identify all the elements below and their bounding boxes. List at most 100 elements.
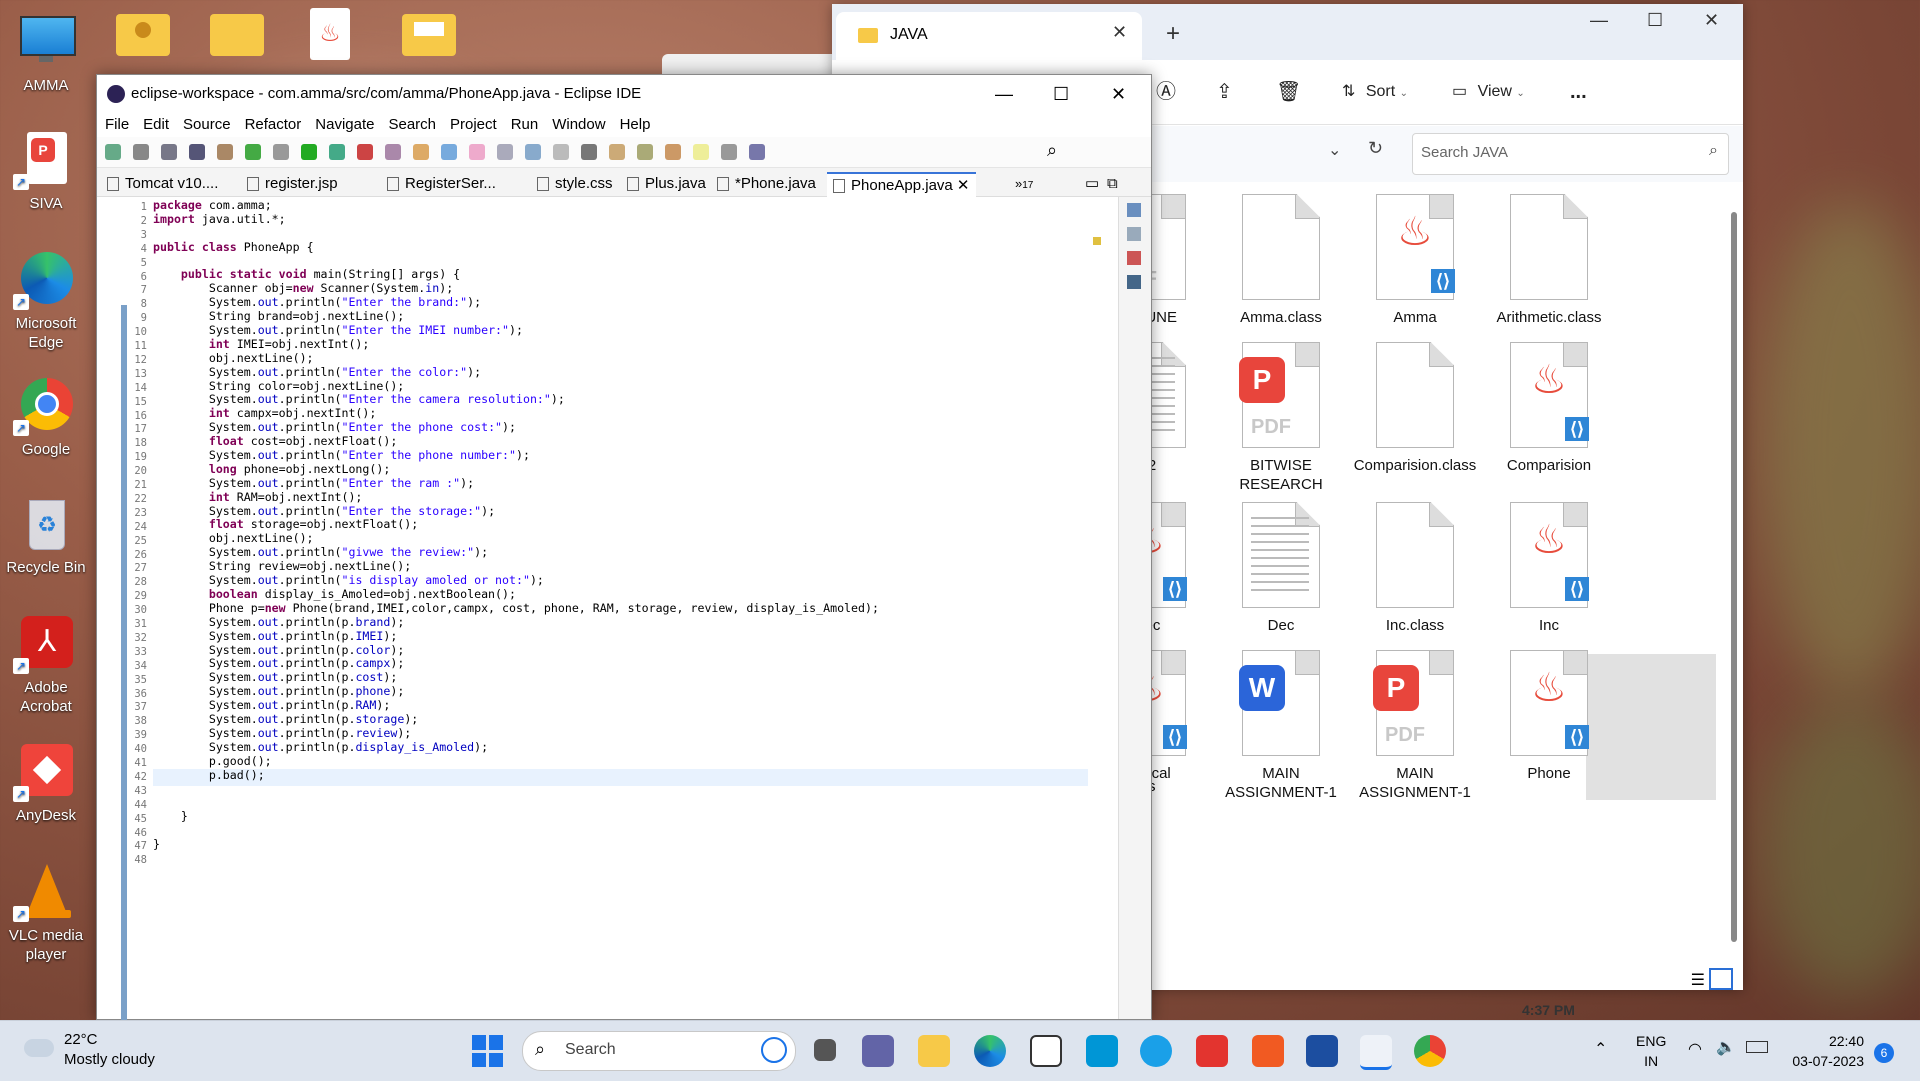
problems-icon[interactable] bbox=[1127, 251, 1141, 265]
address-dropdown-icon[interactable]: ⌄ bbox=[1328, 140, 1341, 160]
toolbar-tool-icon[interactable] bbox=[553, 144, 569, 160]
search-input[interactable]: Search JAVA bbox=[1421, 144, 1508, 161]
toolbar-tool-icon[interactable] bbox=[609, 144, 625, 160]
close-tab-icon[interactable]: ✕ bbox=[1112, 22, 1127, 43]
menu-file[interactable]: File bbox=[105, 116, 129, 133]
wps-icon[interactable] bbox=[1196, 1035, 1228, 1067]
maximize-editor-icon[interactable]: ⧉ bbox=[1107, 172, 1118, 196]
toolbar-tool-icon[interactable] bbox=[245, 144, 261, 160]
edge-taskbar-icon[interactable] bbox=[974, 1035, 1006, 1067]
code-editor[interactable]: 1 2 3 4 5 6 7 8 9 10 11 12 13 14 15 16 17 18 19 20 21 22 23 24 2… bbox=[97, 197, 1151, 1065]
file-item[interactable]: P PDF MAIN ASSIGNMENT-1 bbox=[1350, 650, 1480, 802]
desktop-icon-siva[interactable]: P ↗ SIVA bbox=[0, 130, 92, 213]
volume-icon[interactable]: 🔈 bbox=[1716, 1037, 1736, 1057]
menu-search[interactable]: Search bbox=[388, 116, 436, 133]
desktop-icon-edge[interactable]: ↗ Microsoft Edge bbox=[0, 250, 92, 352]
file-explorer-taskbar-icon[interactable] bbox=[918, 1035, 950, 1067]
chevron-up-icon[interactable]: ⌃ bbox=[1594, 1039, 1607, 1059]
toolbar-tool-icon[interactable] bbox=[161, 144, 177, 160]
help-icon[interactable] bbox=[1140, 1035, 1172, 1067]
clock[interactable]: 22:40 03-07-2023 bbox=[1778, 1031, 1864, 1071]
desktop-icon-amma[interactable]: AMMA bbox=[0, 12, 92, 95]
minimize-button[interactable]: — bbox=[1590, 10, 1608, 31]
more-tabs-button[interactable]: »17 bbox=[1015, 172, 1033, 196]
task-view-icon[interactable] bbox=[814, 1039, 836, 1061]
language-indicator[interactable]: ENG IN bbox=[1636, 1031, 1666, 1071]
toolbar-tool-icon[interactable] bbox=[637, 144, 653, 160]
maximize-button[interactable]: ☐ bbox=[1053, 75, 1069, 113]
search-box[interactable]: Search JAVA ⌕ bbox=[1412, 133, 1729, 175]
minimize-editor-icon[interactable]: ▭ bbox=[1085, 172, 1099, 196]
minimize-button[interactable]: — bbox=[995, 75, 1013, 113]
weather-widget[interactable]: 22°C Mostly cloudy bbox=[20, 1029, 180, 1073]
toolbar-tool-icon[interactable] bbox=[469, 144, 485, 160]
folder-icon[interactable] bbox=[402, 14, 456, 56]
editor-tab[interactable]: Tomcat v10.... bbox=[107, 172, 218, 196]
editor-tab[interactable]: PhoneApp.java ✕ bbox=[827, 172, 976, 198]
share-icon[interactable]: ⇪ bbox=[1216, 74, 1233, 110]
toolbar-tool-icon[interactable] bbox=[385, 144, 401, 160]
toolbar-tool-icon[interactable] bbox=[693, 144, 709, 160]
source-code[interactable]: package com.amma; import java.util.*; pub… bbox=[153, 197, 1083, 866]
editor-tab[interactable]: register.jsp bbox=[247, 172, 338, 196]
toolbar-tool-icon[interactable] bbox=[413, 144, 429, 160]
scrollbar[interactable] bbox=[1731, 212, 1737, 942]
desktop-icon-google[interactable]: ↗ Google bbox=[0, 376, 92, 459]
toolbar-tool-icon[interactable] bbox=[497, 144, 513, 160]
hp-display-icon[interactable] bbox=[1306, 1035, 1338, 1067]
menu-navigate[interactable]: Navigate bbox=[315, 116, 374, 133]
menu-project[interactable]: Project bbox=[450, 116, 497, 133]
toolbar-tool-icon[interactable] bbox=[329, 144, 345, 160]
toolbar-tool-icon[interactable] bbox=[665, 144, 681, 160]
start-button[interactable] bbox=[472, 1035, 504, 1067]
desktop-icon-acrobat[interactable]: ⅄ ↗ Adobe Acrobat bbox=[0, 614, 92, 716]
menu-window[interactable]: Window bbox=[552, 116, 605, 133]
toolbar-tool-icon[interactable] bbox=[133, 144, 149, 160]
toolbar-tool-icon[interactable] bbox=[581, 144, 597, 160]
view-button[interactable]: ▭ View ⌄ bbox=[1452, 74, 1525, 110]
toolbar-tool-icon[interactable] bbox=[721, 144, 737, 160]
file-item[interactable]: Comparision.class bbox=[1350, 342, 1480, 475]
file-item[interactable]: Amma.class bbox=[1216, 194, 1346, 327]
desktop-icon-recycle-bin[interactable]: ♻ Recycle Bin bbox=[0, 494, 92, 577]
more-options-button[interactable]: ... bbox=[1570, 74, 1587, 110]
editor-tab[interactable]: style.css bbox=[537, 172, 613, 196]
editor-tab[interactable]: *Phone.java bbox=[717, 172, 816, 196]
file-item[interactable]: ♨ ⟨⟩ Comparision bbox=[1484, 342, 1614, 475]
maximize-button[interactable]: ☐ bbox=[1647, 10, 1663, 31]
outline-icon[interactable] bbox=[1127, 203, 1141, 217]
file-item[interactable]: Arithmetic.class bbox=[1484, 194, 1614, 327]
battery-icon[interactable] bbox=[1746, 1041, 1768, 1053]
close-button[interactable]: ✕ bbox=[1111, 75, 1126, 113]
wifi-icon[interactable]: ◠ bbox=[1688, 1039, 1702, 1059]
explorer-tab[interactable]: JAVA ✕ bbox=[836, 12, 1142, 60]
rename-icon[interactable]: Ⓐ bbox=[1156, 74, 1176, 110]
folder-icon[interactable] bbox=[210, 14, 264, 56]
menu-refactor[interactable]: Refactor bbox=[245, 116, 302, 133]
toolbar-tool-icon[interactable] bbox=[301, 144, 317, 160]
file-item[interactable]: ♨ ⟨⟩ Amma bbox=[1350, 194, 1480, 327]
toolbar-tool-icon[interactable] bbox=[273, 144, 289, 160]
file-item[interactable]: P PDF BITWISE RESEARCH bbox=[1216, 342, 1346, 494]
sort-button[interactable]: ⇅ Sort ⌄ bbox=[1342, 74, 1408, 110]
toolbar-tool-icon[interactable] bbox=[217, 144, 233, 160]
delete-icon[interactable]: 🗑 bbox=[1276, 74, 1301, 110]
task-icon[interactable] bbox=[1127, 227, 1141, 241]
chrome-taskbar-icon[interactable] bbox=[1414, 1035, 1446, 1067]
menu-edit[interactable]: Edit bbox=[143, 116, 169, 133]
store-icon[interactable] bbox=[1030, 1035, 1062, 1067]
file-item[interactable]: Dec bbox=[1216, 502, 1346, 635]
menu-source[interactable]: Source bbox=[183, 116, 231, 133]
toolbar-tool-icon[interactable] bbox=[749, 144, 765, 160]
details-view-icon[interactable]: ☰ bbox=[1691, 970, 1705, 990]
toolbar-tool-icon[interactable] bbox=[441, 144, 457, 160]
close-tab-icon[interactable]: ✕ bbox=[953, 177, 970, 194]
editor-tab[interactable]: RegisterSer... bbox=[387, 172, 496, 196]
new-tab-button[interactable]: + bbox=[1166, 20, 1180, 48]
toolbar-tool-icon[interactable] bbox=[189, 144, 205, 160]
file-item[interactable]: ♨ ⟨⟩ Phone bbox=[1484, 650, 1614, 783]
file-item[interactable]: ♨ ⟨⟩ Inc bbox=[1484, 502, 1614, 635]
close-button[interactable]: ✕ bbox=[1704, 10, 1719, 31]
refresh-icon[interactable]: ↻ bbox=[1368, 138, 1383, 159]
notification-badge[interactable]: 6 bbox=[1874, 1043, 1894, 1063]
